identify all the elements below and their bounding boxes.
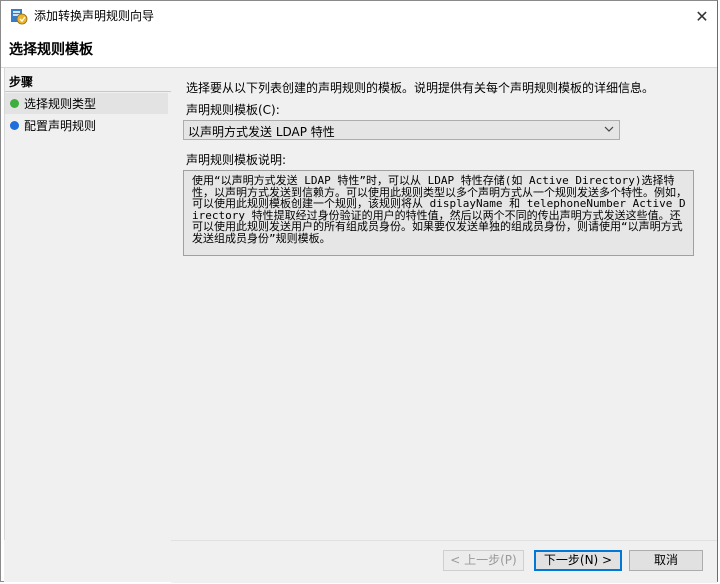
step-label: 选择规则类型 <box>24 97 97 111</box>
wizard-footer: < 上一步(P) 下一步(N) > 取消 <box>171 540 717 583</box>
window-title: 添加转换声明规则向导 <box>34 9 155 23</box>
back-button[interactable]: < 上一步(P) <box>443 550 524 571</box>
step-status-pending-icon <box>10 121 19 130</box>
close-icon: ✕ <box>695 6 709 26</box>
cancel-button[interactable]: 取消 <box>629 550 703 571</box>
steps-divider <box>5 91 171 92</box>
claim-rule-template-dropdown[interactable]: 以声明方式发送 LDAP 特性 <box>183 120 620 140</box>
dropdown-selected-value: 以声明方式发送 LDAP 特性 <box>188 125 335 139</box>
next-button[interactable]: 下一步(N) > <box>534 550 622 571</box>
steps-heading: 步骤 <box>9 75 34 89</box>
main-content: 选择要从以下列表创建的声明规则的模板。说明提供有关每个声明规则模板的详细信息。 … <box>171 68 717 540</box>
chevron-down-icon <box>604 126 614 132</box>
step-status-complete-icon <box>10 99 19 108</box>
description-label: 声明规则模板说明: <box>186 153 287 167</box>
template-label: 声明规则模板(C): <box>186 103 280 117</box>
template-description-text: 使用“以声明方式发送 LDAP 特性”时，可以从 LDAP 特性存储(如 Act… <box>192 174 687 245</box>
step-select-rule-type[interactable]: 选择规则类型 <box>5 93 168 114</box>
page-title: 选择规则模板 <box>9 42 93 58</box>
page-header: 选择规则模板 <box>1 31 717 68</box>
adfs-app-icon <box>11 9 28 25</box>
title-bar: 添加转换声明规则向导 ✕ <box>1 1 717 31</box>
step-configure-claim-rule[interactable]: 配置声明规则 <box>5 115 168 136</box>
wizard-window: 添加转换声明规则向导 ✕ 选择规则模板 步骤 选择规则类型 配置声明规则 选择要… <box>0 0 718 583</box>
steps-panel: 步骤 选择规则类型 配置声明规则 <box>4 68 172 540</box>
step-label: 配置声明规则 <box>24 119 97 133</box>
steps-footer-area <box>4 540 172 582</box>
intro-text: 选择要从以下列表创建的声明规则的模板。说明提供有关每个声明规则模板的详细信息。 <box>186 81 655 95</box>
template-description-box: 使用“以声明方式发送 LDAP 特性”时，可以从 LDAP 特性存储(如 Act… <box>183 170 694 256</box>
close-button[interactable]: ✕ <box>687 1 717 31</box>
